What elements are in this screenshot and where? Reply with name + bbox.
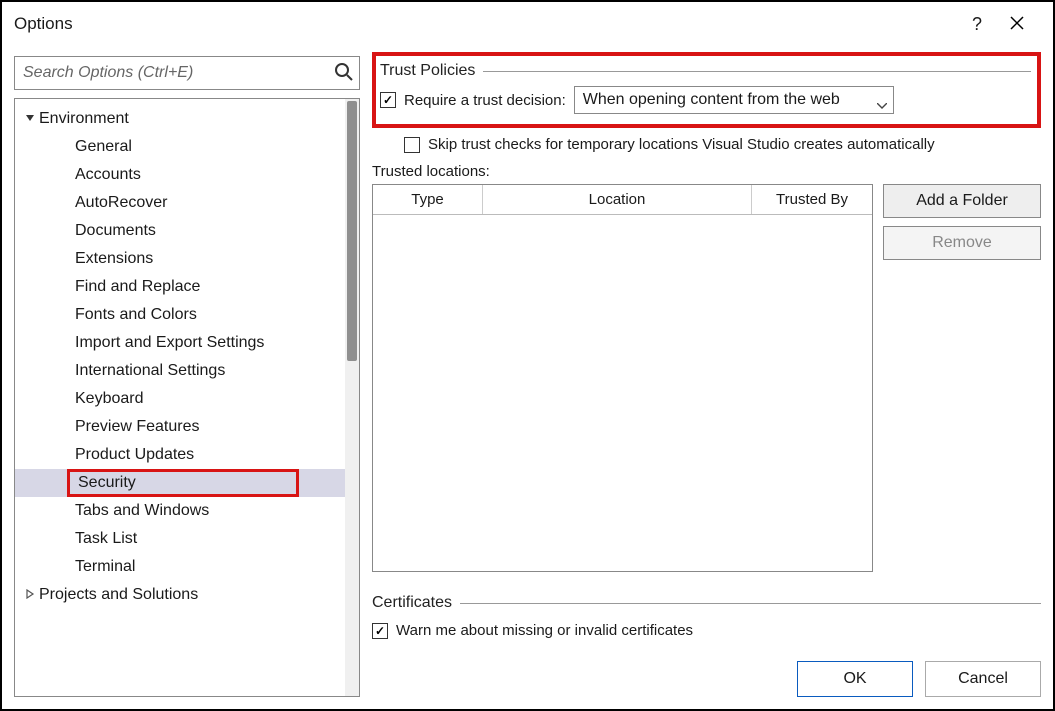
ok-button[interactable]: OK: [797, 661, 913, 697]
close-icon[interactable]: [997, 14, 1037, 35]
scrollbar[interactable]: [345, 99, 359, 696]
col-location[interactable]: Location: [483, 185, 752, 214]
tree-item-general[interactable]: General: [15, 133, 359, 161]
tree-item-label: Preview Features: [75, 418, 200, 436]
tree-item-terminal[interactable]: Terminal: [15, 553, 359, 581]
tree-item-label: Product Updates: [75, 446, 194, 464]
tree-item-security[interactable]: Security: [15, 469, 359, 497]
tree-item-find-and-replace[interactable]: Find and Replace: [15, 273, 359, 301]
tree-item-label: Import and Export Settings: [75, 334, 264, 352]
col-trusted-by[interactable]: Trusted By: [752, 185, 872, 214]
tree-item-label: Terminal: [75, 558, 135, 576]
tree-item-documents[interactable]: Documents: [15, 217, 359, 245]
tree-item-label: Task List: [75, 530, 137, 548]
dropdown-value: When opening content from the web: [583, 91, 840, 109]
tree-item-fonts-and-colors[interactable]: Fonts and Colors: [15, 301, 359, 329]
tree-item-international-settings[interactable]: International Settings: [15, 357, 359, 385]
search-options[interactable]: [14, 56, 360, 90]
tree-item-tabs-and-windows[interactable]: Tabs and Windows: [15, 497, 359, 525]
tree-item-label: Extensions: [75, 250, 153, 268]
trust-policies-highlight: Trust Policies Require a trust decision:…: [372, 52, 1041, 128]
selected-highlight: Security: [67, 469, 299, 497]
tree-item-label: Keyboard: [75, 390, 144, 408]
skip-trust-label: Skip trust checks for temporary location…: [428, 136, 935, 153]
window-title: Options: [14, 14, 957, 34]
tree-item-label: AutoRecover: [75, 194, 168, 212]
divider: [460, 603, 1041, 604]
remove-button[interactable]: Remove: [883, 226, 1041, 260]
warn-certificates-label: Warn me about missing or invalid certifi…: [396, 622, 693, 639]
group-label-certificates: Certificates: [372, 594, 452, 612]
trusted-locations-label: Trusted locations:: [372, 163, 1041, 180]
chevron-right-icon[interactable]: [25, 588, 39, 602]
tree-item-label: Find and Replace: [75, 278, 200, 296]
tree-item-keyboard[interactable]: Keyboard: [15, 385, 359, 413]
require-trust-checkbox[interactable]: [380, 92, 396, 108]
search-icon: [334, 62, 354, 82]
tree-item-label: Documents: [75, 222, 156, 240]
tree-item-label: Fonts and Colors: [75, 306, 197, 324]
tree-item-label: International Settings: [75, 362, 225, 380]
options-dialog: Options ? Environment General Accounts Auto…: [0, 0, 1055, 711]
tree-item-label: Accounts: [75, 166, 141, 184]
help-icon[interactable]: ?: [957, 14, 997, 35]
cancel-button[interactable]: Cancel: [925, 661, 1041, 697]
tree-item-preview-features[interactable]: Preview Features: [15, 413, 359, 441]
tree-item-label: Tabs and Windows: [75, 502, 209, 520]
scrollbar-thumb[interactable]: [347, 101, 357, 361]
tree-item-autorecover[interactable]: AutoRecover: [15, 189, 359, 217]
titlebar: Options ?: [2, 2, 1053, 46]
tree-item-import-and-export-settings[interactable]: Import and Export Settings: [15, 329, 359, 357]
tree-item-task-list[interactable]: Task List: [15, 525, 359, 553]
tree-item-label: General: [75, 138, 132, 156]
options-tree: Environment General Accounts AutoRecover Doc…: [14, 98, 360, 697]
add-folder-button[interactable]: Add a Folder: [883, 184, 1041, 218]
tree-item-environment[interactable]: Environment: [15, 105, 359, 133]
chevron-down-icon: [877, 96, 887, 114]
tree-item-accounts[interactable]: Accounts: [15, 161, 359, 189]
chevron-down-icon[interactable]: [25, 112, 39, 126]
trusted-locations-table[interactable]: Type Location Trusted By: [372, 184, 873, 572]
tree-item-label: Environment: [39, 110, 129, 128]
require-trust-label: Require a trust decision:: [404, 92, 566, 109]
group-label-trust: Trust Policies: [380, 62, 475, 80]
tree-item-label: Projects and Solutions: [39, 586, 198, 604]
trust-scope-dropdown[interactable]: When opening content from the web: [574, 86, 894, 114]
tree-item-projects-and-solutions[interactable]: Projects and Solutions: [15, 581, 359, 609]
col-type[interactable]: Type: [373, 185, 483, 214]
search-input[interactable]: [14, 56, 360, 90]
warn-certificates-checkbox[interactable]: [372, 623, 388, 639]
table-body-empty: [373, 215, 872, 571]
tree-item-extensions[interactable]: Extensions: [15, 245, 359, 273]
skip-trust-checkbox[interactable]: [404, 137, 420, 153]
divider: [483, 71, 1031, 72]
tree-item-product-updates[interactable]: Product Updates: [15, 441, 359, 469]
